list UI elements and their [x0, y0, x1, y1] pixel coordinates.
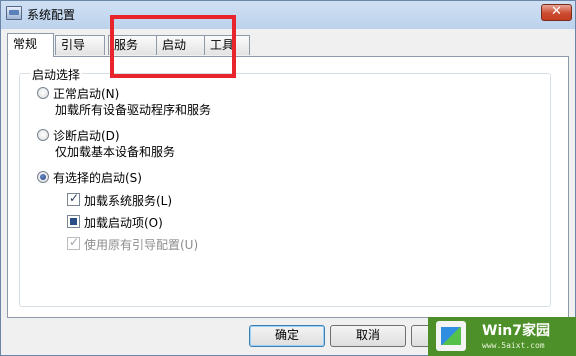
load-system-services-label[interactable]: 加载系统服务(L) [84, 192, 172, 209]
win7-home-logo-icon [436, 321, 466, 351]
tab-general[interactable]: 常规 [7, 33, 54, 57]
startup-selection-label: 启动选择 [30, 66, 83, 83]
selective-startup-radio[interactable] [37, 171, 49, 183]
red-highlight-box [110, 15, 236, 78]
ok-button[interactable]: 确定 [249, 325, 325, 347]
window-title: 系统配置 [27, 8, 76, 22]
title-bar[interactable]: 系统配置 ✕ [1, 1, 575, 27]
cancel-button[interactable]: 取消 [330, 325, 406, 347]
normal-startup-label[interactable]: 正常启动(N) [53, 85, 119, 102]
tab-bar: 常规 引导 服务 启动 工具 [7, 33, 567, 57]
selective-startup-label[interactable]: 有选择的启动(S) [53, 169, 142, 186]
watermark-url: www.5aixt.com [482, 341, 545, 350]
normal-startup-description: 加载所有设备驱动程序和服务 [55, 103, 212, 117]
normal-startup-radio[interactable] [37, 87, 49, 99]
close-button[interactable]: ✕ [541, 4, 572, 21]
tab-boot[interactable]: 引导 [55, 35, 105, 55]
load-system-services-checkbox[interactable] [67, 191, 80, 206]
win7-home-watermark: Win7家园 www.5aixt.com [428, 317, 576, 356]
diagnostic-startup-radio[interactable] [37, 129, 49, 141]
system-config-icon [6, 6, 22, 20]
watermark-title: Win7家园 [482, 323, 550, 339]
diagnostic-startup-description: 仅加载基本设备和服务 [55, 145, 176, 159]
load-startup-items-checkbox[interactable] [67, 215, 80, 228]
load-startup-items-label[interactable]: 加载启动项(O) [84, 214, 163, 231]
use-original-boot-config-checkbox [67, 235, 80, 250]
diagnostic-startup-label[interactable]: 诊断启动(D) [53, 127, 120, 144]
use-original-boot-config-label: 使用原有引导配置(U) [84, 238, 199, 252]
